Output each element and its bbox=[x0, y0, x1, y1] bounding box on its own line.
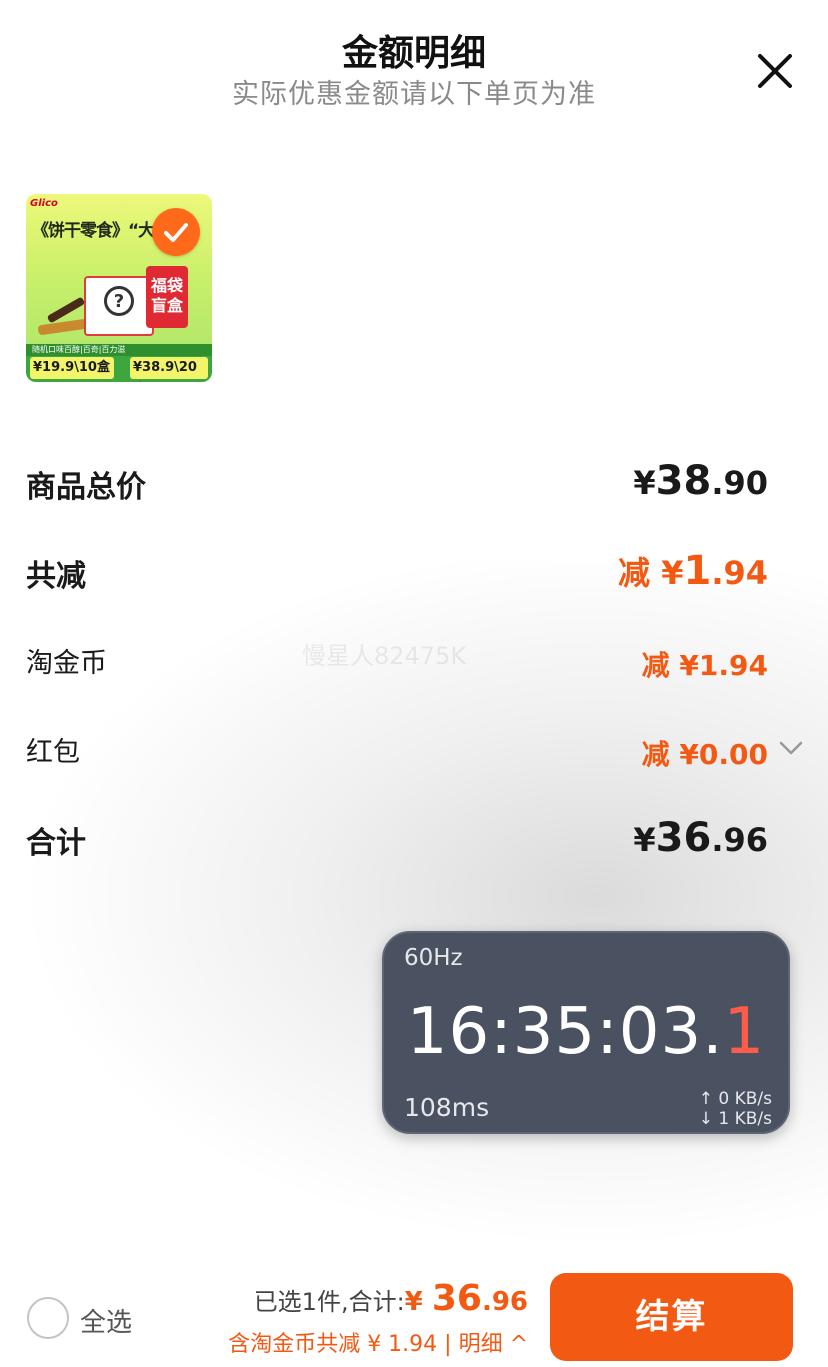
sum-value: ¥36.96 bbox=[633, 815, 768, 861]
select-all-label[interactable]: 全选 bbox=[80, 1302, 132, 1339]
sum-label: 合计 bbox=[26, 826, 86, 861]
upload-speed: ↑ 0 KB/s bbox=[698, 1089, 772, 1109]
checkout-button[interactable]: 结算 bbox=[550, 1273, 793, 1361]
selection-summary: 已选1件,合计:¥ 36.96 bbox=[253, 1278, 528, 1319]
latency-readout: 108ms bbox=[404, 1093, 490, 1122]
item-selected-checkbox[interactable] bbox=[152, 208, 200, 256]
page-title: 金额明细 bbox=[341, 33, 486, 74]
network-speed: ↑ 0 KB/s ↓ 1 KB/s bbox=[699, 1089, 772, 1129]
chevron-down-icon[interactable] bbox=[778, 738, 804, 758]
question-mark-icon: ? bbox=[104, 286, 134, 316]
redpacket-label: 红包 bbox=[26, 737, 80, 768]
snack-stick-graphic bbox=[37, 318, 89, 336]
refresh-rate: 60Hz bbox=[404, 945, 463, 971]
total-price-label: 商品总价 bbox=[26, 470, 146, 505]
discount-detail-toggle[interactable]: 含淘金币共减 ¥ 1.94 | 明细 ^ bbox=[228, 1326, 528, 1358]
page-subtitle: 实际优惠金额请以下单页为准 bbox=[232, 79, 596, 110]
product-image-price-2: ¥38.9\20盒 bbox=[130, 357, 208, 379]
product-image-box-text: 福袋盲盒 bbox=[146, 266, 188, 328]
product-image-headline: 《饼干零食》“大 bbox=[32, 221, 155, 241]
watermark: 慢星人82475K bbox=[302, 642, 467, 670]
total-discount-label: 共减 bbox=[26, 559, 86, 594]
close-icon[interactable] bbox=[752, 48, 798, 94]
product-image-brand: Glico bbox=[30, 198, 58, 209]
fps-clock-overlay[interactable]: 60Hz 16:35:03.1 108ms ↑ 0 KB/s ↓ 1 KB/s bbox=[382, 931, 790, 1134]
product-image-price-1: ¥19.9\10盒 bbox=[30, 357, 114, 379]
clock-readout: 16:35:03.1 bbox=[406, 995, 766, 1069]
select-all-checkbox[interactable] bbox=[27, 1297, 69, 1339]
coins-value: 减 ¥1.94 bbox=[641, 649, 768, 682]
total-discount-value: 减 ¥1.94 bbox=[618, 548, 768, 594]
total-price-value: ¥38.90 bbox=[633, 458, 768, 504]
redpacket-value[interactable]: 减 ¥0.00 bbox=[642, 733, 768, 773]
product-image-band-text: 随机口味百醇|百奇|百力滋 bbox=[26, 344, 212, 356]
coins-label: 淘金币 bbox=[26, 648, 107, 679]
download-speed: ↓ 1 KB/s bbox=[698, 1109, 772, 1129]
checkmark-icon bbox=[164, 223, 188, 242]
